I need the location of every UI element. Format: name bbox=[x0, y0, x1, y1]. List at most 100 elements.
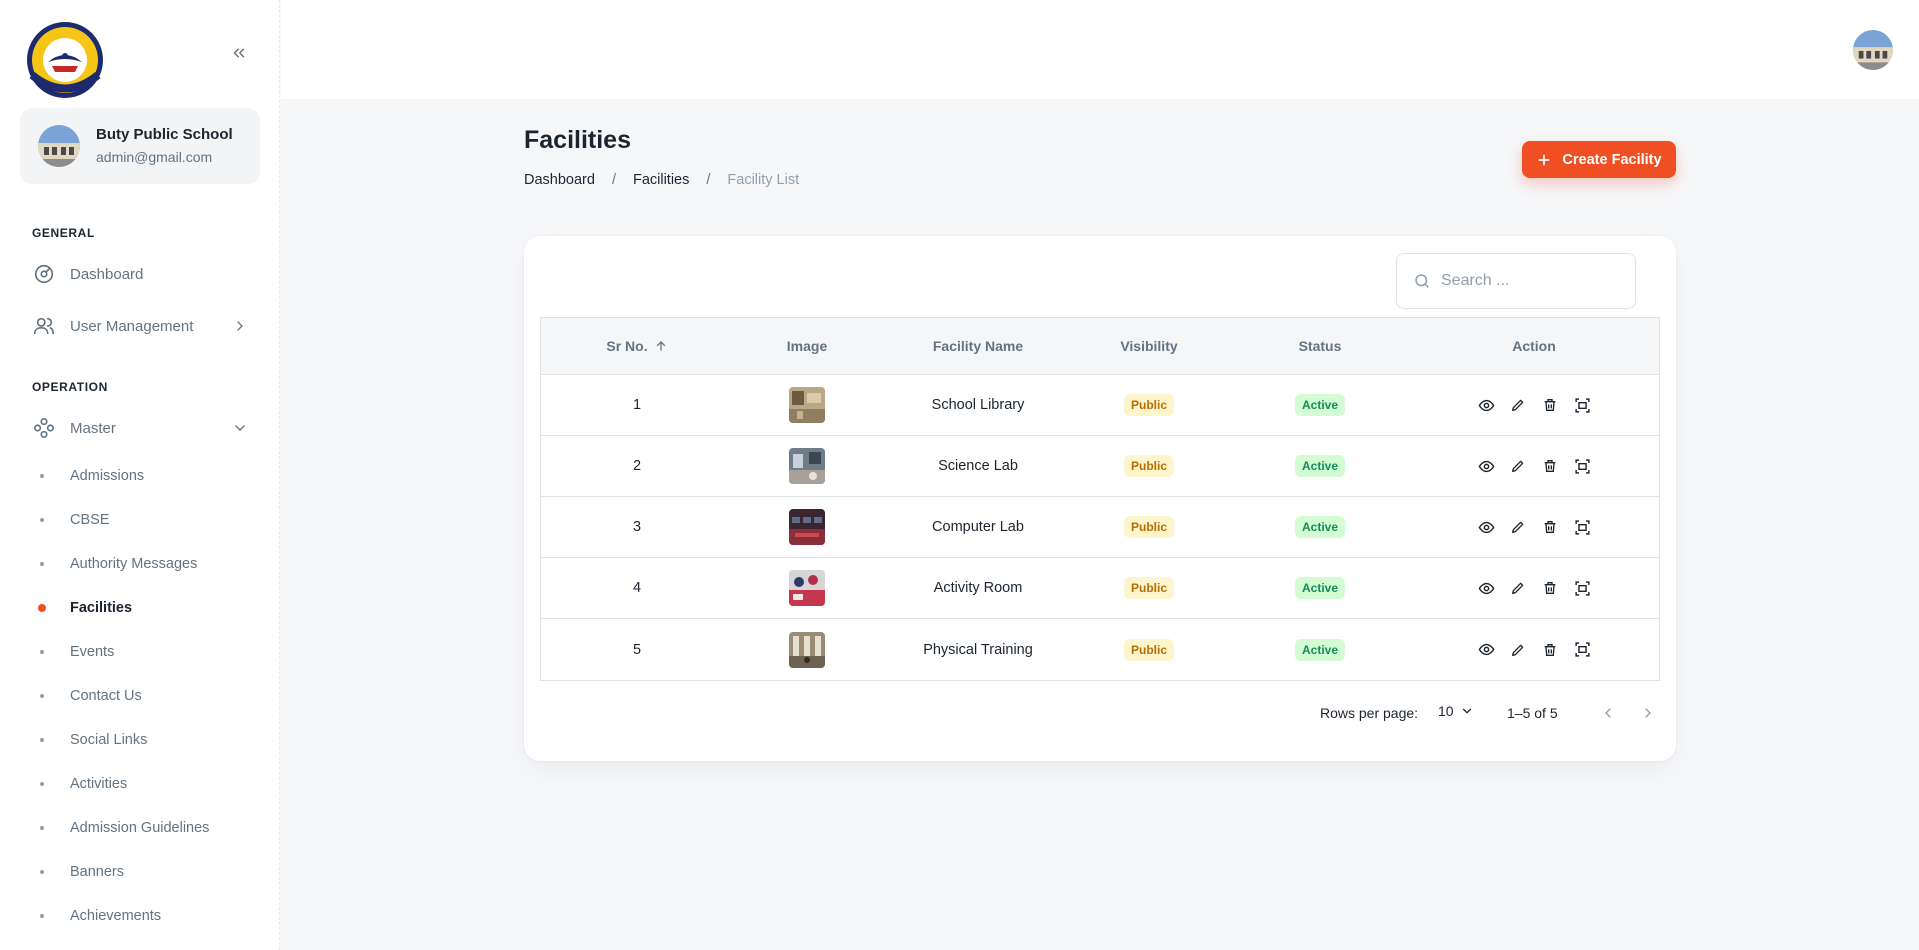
facility-thumbnail[interactable] bbox=[789, 387, 825, 423]
sidebar-item-authority-messages[interactable]: Authority Messages bbox=[20, 544, 260, 584]
top-bar bbox=[281, 0, 1919, 99]
eye-icon[interactable] bbox=[1476, 578, 1496, 598]
trash-icon[interactable] bbox=[1540, 517, 1560, 537]
facility-thumbnail[interactable] bbox=[789, 448, 825, 484]
chevron-right-icon bbox=[1645, 708, 1651, 718]
sidebar-item-events[interactable]: Events bbox=[20, 632, 260, 672]
bullet-dot bbox=[40, 650, 44, 654]
cell-facility-name: Computer Lab bbox=[932, 519, 1024, 535]
eye-icon[interactable] bbox=[1476, 456, 1496, 476]
breadcrumb-current: Facility List bbox=[727, 172, 800, 188]
pencil-icon[interactable] bbox=[1508, 456, 1528, 476]
column-header-sr-no[interactable]: Sr No. bbox=[541, 338, 733, 354]
school-logo[interactable] bbox=[20, 20, 110, 100]
breadcrumb-separator: / bbox=[706, 172, 711, 188]
sidebar-item-achievements[interactable]: Achievements bbox=[20, 896, 260, 936]
eye-icon[interactable] bbox=[1476, 395, 1496, 415]
user-avatar[interactable] bbox=[1853, 30, 1893, 70]
cell-actions bbox=[1417, 456, 1651, 476]
sidebar-item-social-links[interactable]: Social Links bbox=[20, 720, 260, 760]
scan-icon[interactable] bbox=[1572, 517, 1592, 537]
visibility-badge: Public bbox=[1123, 577, 1174, 599]
next-page-button[interactable] bbox=[1636, 701, 1660, 725]
trash-icon[interactable] bbox=[1540, 395, 1560, 415]
sidebar-item-label: Facilities bbox=[70, 600, 133, 616]
eye-icon[interactable] bbox=[1476, 640, 1496, 660]
cell-image bbox=[733, 631, 881, 668]
sidebar-item-label: Social Links bbox=[70, 732, 148, 748]
column-header-facility-name: Facility Name bbox=[932, 338, 1024, 354]
status-badge: Active bbox=[1294, 455, 1346, 477]
active-dot bbox=[38, 604, 46, 612]
column-header-status: Status bbox=[1298, 338, 1342, 354]
breadcrumb-dashboard[interactable]: Dashboard bbox=[524, 172, 595, 188]
sidebar-item-banners[interactable]: Banners bbox=[20, 852, 260, 892]
nav-user-management-label: User Management bbox=[70, 317, 194, 335]
cell-actions bbox=[1417, 578, 1651, 598]
sidebar-item-cbse[interactable]: CBSE bbox=[20, 500, 260, 540]
visibility-badge: Public bbox=[1123, 516, 1174, 538]
cell-status: Active bbox=[1223, 516, 1417, 538]
previous-page-button[interactable] bbox=[1596, 701, 1620, 725]
facility-thumbnail[interactable] bbox=[789, 570, 825, 606]
trash-icon[interactable] bbox=[1540, 456, 1560, 476]
collapse-sidebar-button[interactable] bbox=[226, 42, 252, 68]
rows-per-page-value: 10 bbox=[1438, 703, 1454, 719]
create-facility-button[interactable]: Create Facility bbox=[1522, 141, 1676, 178]
trash-icon[interactable] bbox=[1540, 578, 1560, 598]
table-row: 3 Computer Lab Public Active bbox=[541, 497, 1659, 558]
bullet-dot bbox=[40, 694, 44, 698]
scan-icon[interactable] bbox=[1572, 640, 1592, 660]
account-card[interactable]: Buty Public School admin@gmail.com bbox=[20, 108, 260, 184]
breadcrumb-separator: / bbox=[611, 172, 616, 188]
cell-visibility: Public bbox=[1075, 638, 1223, 661]
search-box[interactable] bbox=[1396, 253, 1636, 309]
chevron-down-icon bbox=[1460, 704, 1474, 718]
nav-dashboard[interactable]: Dashboard bbox=[20, 252, 260, 296]
sidebar-item-label: Admission Guidelines bbox=[70, 820, 210, 836]
cell-actions bbox=[1417, 517, 1651, 537]
pencil-icon[interactable] bbox=[1508, 517, 1528, 537]
search-icon bbox=[1413, 272, 1431, 290]
sidebar-item-facilities[interactable]: Facilities bbox=[20, 588, 260, 628]
nav-master-label: Master bbox=[70, 419, 116, 437]
section-title-general: GENERAL bbox=[32, 226, 95, 240]
scan-icon[interactable] bbox=[1572, 395, 1592, 415]
eye-icon[interactable] bbox=[1476, 517, 1496, 537]
scan-icon[interactable] bbox=[1572, 456, 1592, 476]
search-input[interactable] bbox=[1441, 272, 1611, 290]
breadcrumb-facilities[interactable]: Facilities bbox=[633, 172, 689, 188]
column-header-image: Image bbox=[786, 338, 828, 354]
trash-icon[interactable] bbox=[1540, 640, 1560, 660]
sidebar-item-admissions[interactable]: Admissions bbox=[20, 456, 260, 496]
sidebar-item-admission-guidelines[interactable]: Admission Guidelines bbox=[20, 808, 260, 848]
cell-status: Active bbox=[1223, 455, 1417, 477]
bullet-dot bbox=[40, 870, 44, 874]
facility-thumbnail[interactable] bbox=[789, 509, 825, 545]
cell-facility-name: School Library bbox=[931, 397, 1025, 413]
facility-thumbnail[interactable] bbox=[789, 631, 825, 668]
nav-master[interactable]: Master bbox=[20, 406, 260, 450]
nav-dashboard-label: Dashboard bbox=[70, 265, 144, 283]
account-name: Buty Public School bbox=[96, 126, 233, 143]
cell-image bbox=[733, 570, 881, 606]
pencil-icon[interactable] bbox=[1508, 640, 1528, 660]
sidebar-item-label: Contact Us bbox=[70, 688, 142, 704]
sidebar-item-contact-us[interactable]: Contact Us bbox=[20, 676, 260, 716]
sidebar-item-label: CBSE bbox=[70, 512, 110, 528]
sidebar-item-label: Achievements bbox=[70, 908, 162, 924]
pagination-range: 1–5 of 5 bbox=[1507, 705, 1558, 721]
visibility-badge: Public bbox=[1123, 394, 1174, 416]
cell-facility-name: Activity Room bbox=[933, 580, 1023, 596]
rows-per-page-select[interactable]: 10 bbox=[1438, 703, 1474, 719]
pencil-icon[interactable] bbox=[1508, 395, 1528, 415]
facilities-table: Sr No. Image Facility Name Visibility St… bbox=[540, 317, 1660, 681]
sidebar-item-activities[interactable]: Activities bbox=[20, 764, 260, 804]
pencil-icon[interactable] bbox=[1508, 578, 1528, 598]
cell-status: Active bbox=[1223, 638, 1417, 661]
rows-per-page-label: Rows per page: bbox=[1320, 705, 1419, 721]
nav-user-management[interactable]: User Management bbox=[20, 304, 260, 348]
bullet-dot bbox=[40, 738, 44, 742]
scan-icon[interactable] bbox=[1572, 578, 1592, 598]
cell-image bbox=[733, 387, 881, 423]
